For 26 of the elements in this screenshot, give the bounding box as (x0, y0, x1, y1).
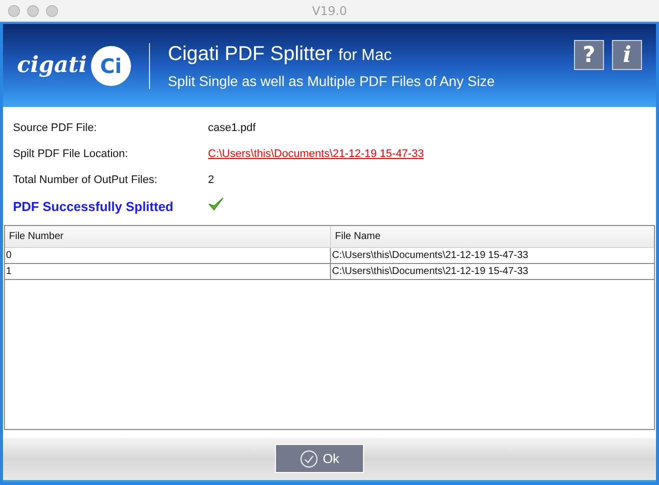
logo-text: cigati (17, 51, 87, 80)
info-button[interactable]: i (612, 40, 642, 70)
field-value: 2 (208, 172, 214, 188)
window-control-icon[interactable] (8, 4, 20, 16)
ok-button[interactable]: Ok (275, 444, 364, 473)
help-button[interactable]: ? (574, 40, 604, 70)
window-control-icon[interactable] (27, 4, 39, 16)
field-value: case1.pdf (208, 120, 256, 136)
field-label: Source PDF File: (13, 120, 98, 136)
window-control-icon[interactable] (46, 4, 58, 16)
column-header[interactable]: File Number (5, 226, 331, 247)
app-title-suffix: for Mac (338, 46, 392, 66)
app-title: Cigati PDF Splitter (168, 42, 332, 67)
table-cell-text: C:\Users\this\Documents\21-12-19 15-47-33 (331, 265, 530, 279)
table-cell: 0 (5, 248, 331, 263)
table-cell-text: C:\Users\this\Documents\21-12-19 15-47-33 (331, 249, 530, 263)
field-label: Total Number of OutPut Files: (13, 172, 158, 188)
window-title: V19.0 (312, 2, 347, 20)
table-cell: 1 (5, 264, 331, 279)
logo-mark: Ci (90, 46, 131, 86)
column-header[interactable]: File Name (331, 226, 654, 247)
checkmark-circle-icon (300, 450, 318, 468)
status-message: PDF Successfully Splitted (13, 198, 174, 216)
location-link[interactable]: C:\Users\this\Documents\21-12-19 15-47-33 (208, 146, 424, 162)
field-label: Spilt PDF File Location: (13, 146, 129, 162)
app-subtitle: Split Single as well as Multiple PDF Files of Any Size (168, 72, 496, 91)
